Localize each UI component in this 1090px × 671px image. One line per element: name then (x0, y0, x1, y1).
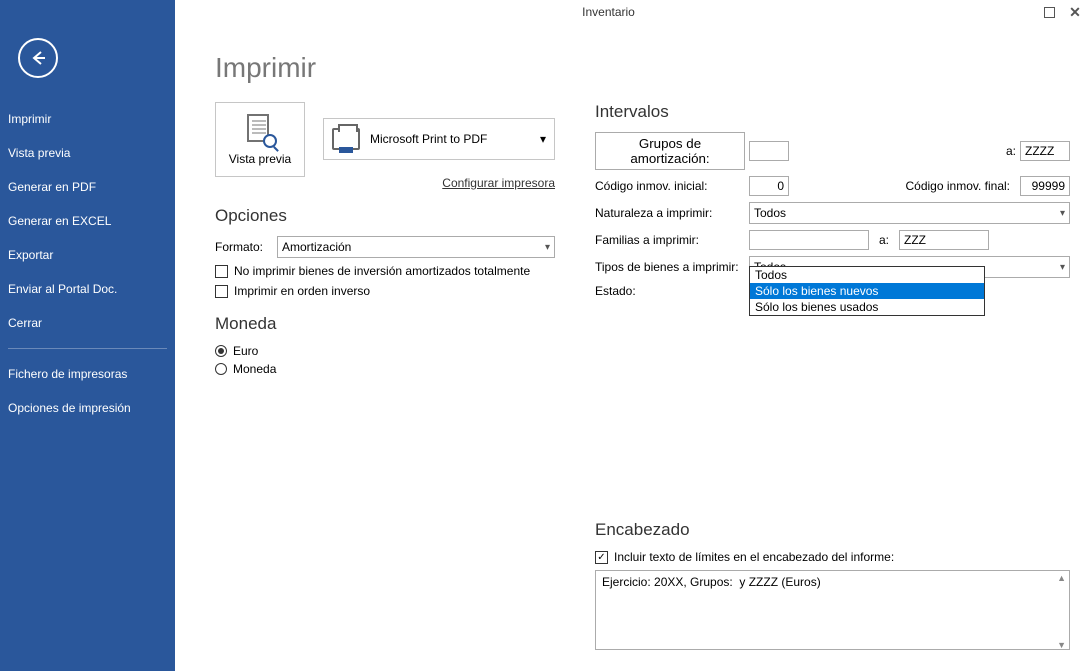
a-label: a: (879, 233, 889, 247)
naturaleza-label: Naturaleza a imprimir: (595, 206, 745, 220)
sidebar-item-enviar-portal[interactable]: Enviar al Portal Doc. (0, 272, 175, 306)
grupos-to-input[interactable] (1020, 141, 1070, 161)
chevron-down-icon: ▾ (540, 132, 546, 146)
chevron-down-icon: ▾ (545, 242, 550, 253)
radio-icon (215, 345, 227, 357)
sidebar-item-opciones-impresion[interactable]: Opciones de impresión (0, 391, 175, 425)
vista-previa-label: Vista previa (229, 152, 291, 166)
page-title: Imprimir (215, 52, 1070, 84)
radio-moneda[interactable]: Moneda (215, 362, 555, 376)
sidebar-item-imprimir[interactable]: Imprimir (0, 102, 175, 136)
tipos-option-usados[interactable]: Sólo los bienes usados (750, 299, 984, 315)
a-label: a: (1006, 144, 1016, 158)
checkbox-icon (215, 265, 228, 278)
sidebar-item-exportar[interactable]: Exportar (0, 238, 175, 272)
moneda-heading: Moneda (215, 314, 555, 334)
sidebar-item-cerrar[interactable]: Cerrar (0, 306, 175, 340)
familias-to-input[interactable] (899, 230, 989, 250)
sidebar-separator (8, 348, 167, 349)
chevron-down-icon: ▾ (1060, 208, 1065, 219)
vista-previa-button[interactable]: Vista previa (215, 102, 305, 177)
cod-ini-input[interactable] (749, 176, 789, 196)
grupos-from-input[interactable] (749, 141, 789, 161)
cod-fin-input[interactable] (1020, 176, 1070, 196)
scroll-up-icon[interactable]: ▲ (1057, 573, 1066, 583)
sidebar-item-fichero-impresoras[interactable]: Fichero de impresoras (0, 357, 175, 391)
sidebar-item-vista-previa[interactable]: Vista previa (0, 136, 175, 170)
grupos-amortizacion-button[interactable]: Grupos de amortización: (595, 132, 745, 170)
naturaleza-select[interactable]: Todos ▾ (749, 202, 1070, 224)
scroll-down-icon[interactable]: ▼ (1057, 640, 1066, 650)
printer-select[interactable]: Microsoft Print to PDF ▾ (323, 118, 555, 160)
printer-selected-label: Microsoft Print to PDF (370, 132, 487, 146)
back-button[interactable] (18, 38, 58, 78)
sidebar-item-generar-excel[interactable]: Generar en EXCEL (0, 204, 175, 238)
checkbox-icon (215, 285, 228, 298)
intervalos-heading: Intervalos (595, 102, 1070, 122)
radio-icon (215, 363, 227, 375)
chk-no-imprimir-label: No imprimir bienes de inversión amortiza… (234, 264, 530, 278)
cod-ini-label: Código inmov. inicial: (595, 179, 745, 193)
chk-no-imprimir-amortizados[interactable]: No imprimir bienes de inversión amortiza… (215, 264, 555, 278)
window-restore-button[interactable] (1042, 5, 1056, 19)
configurar-impresora-link[interactable]: Configurar impresora (323, 176, 555, 190)
familias-from-input[interactable] (749, 230, 869, 250)
chk-incluir-limites[interactable]: ✓ Incluir texto de límites en el encabez… (595, 550, 1070, 564)
familias-label: Familias a imprimir: (595, 233, 745, 247)
formato-select[interactable]: Amortización ▾ (277, 236, 555, 258)
sidebar-item-generar-pdf[interactable]: Generar en PDF (0, 170, 175, 204)
tipos-option-todos[interactable]: Todos (750, 267, 984, 283)
estado-label: Estado: (595, 284, 745, 298)
chk-orden-inverso-label: Imprimir en orden inverso (234, 284, 370, 298)
chk-incluir-limites-label: Incluir texto de límites en el encabezad… (614, 550, 894, 564)
tipos-bienes-label: Tipos de bienes a imprimir: (595, 260, 745, 274)
cod-fin-label: Código inmov. final: (906, 179, 1011, 193)
encabezado-textarea[interactable] (595, 570, 1070, 650)
checkbox-icon: ✓ (595, 551, 608, 564)
tipos-bienes-dropdown[interactable]: Todos Sólo los bienes nuevos Sólo los bi… (749, 266, 985, 316)
window-close-button[interactable]: ✕ (1068, 5, 1082, 19)
printer-icon (332, 128, 360, 150)
radio-moneda-label: Moneda (233, 362, 276, 376)
formato-label: Formato: (215, 240, 277, 254)
opciones-heading: Opciones (215, 206, 555, 226)
naturaleza-value: Todos (754, 206, 786, 220)
chevron-down-icon: ▾ (1060, 262, 1065, 273)
formato-value: Amortización (282, 240, 351, 254)
chk-orden-inverso[interactable]: Imprimir en orden inverso (215, 284, 555, 298)
radio-euro[interactable]: Euro (215, 344, 555, 358)
document-preview-icon (243, 114, 277, 148)
tipos-option-nuevos[interactable]: Sólo los bienes nuevos (750, 283, 984, 299)
radio-euro-label: Euro (233, 344, 258, 358)
encabezado-heading: Encabezado (595, 520, 1070, 540)
